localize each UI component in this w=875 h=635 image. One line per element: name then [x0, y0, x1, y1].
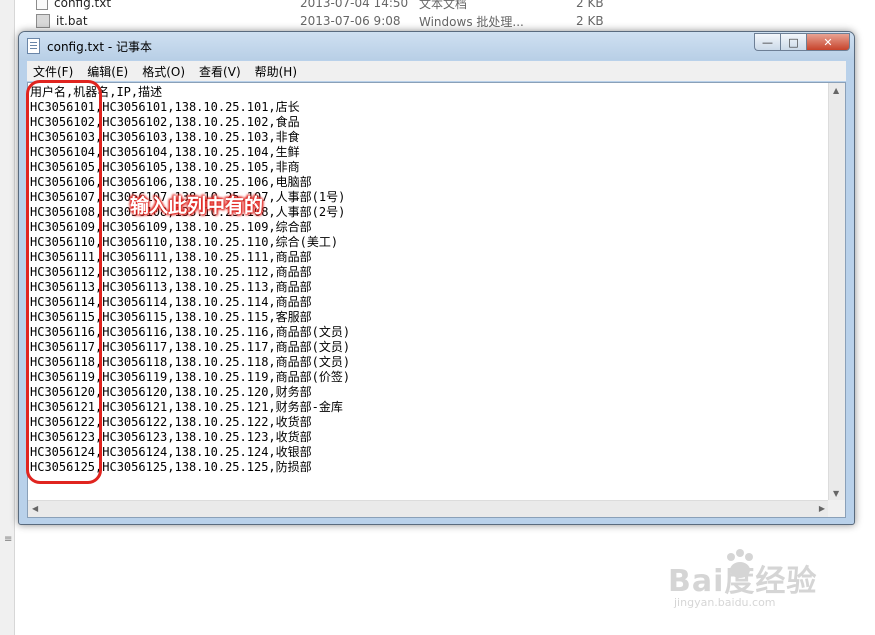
menu-bar: 文件(F) 编辑(E) 格式(O) 查看(V) 帮助(H) [27, 61, 846, 81]
file-row-itbat[interactable]: it.bat 2013-07-06 9:08 Windows 批处理... 2 … [36, 12, 608, 30]
menu-help[interactable]: 帮助(H) [249, 63, 303, 80]
record-line: HC3056105,HC3056105,138.10.25.105,非商 [30, 160, 300, 174]
text-file-icon [36, 0, 48, 10]
file-name: it.bat [56, 14, 88, 28]
record-line: HC3056117,HC3056117,138.10.25.117,商品部(文员… [30, 340, 351, 354]
record-line: HC3056106,HC3056106,138.10.25.106,电脑部 [30, 175, 312, 189]
file-row-config[interactable]: config.txt 2013-07-04 14:50 文本文档 2 KB [36, 0, 608, 12]
title-bar[interactable]: config.txt - 记事本 — □ ✕ [19, 32, 854, 60]
notepad-window: config.txt - 记事本 — □ ✕ 文件(F) 编辑(E) 格式(O)… [18, 31, 855, 525]
record-line: HC3056101,HC3056101,138.10.25.101,店长 [30, 100, 300, 114]
baidu-watermark: Bai度经验 jingyan.baidu.com [668, 548, 868, 618]
close-button[interactable]: ✕ [806, 33, 850, 51]
file-type: Windows 批处理... [419, 14, 524, 29]
record-line: HC3056112,HC3056112,138.10.25.112,商品部 [30, 265, 312, 279]
scroll-down-icon[interactable]: ▼ [833, 489, 839, 498]
record-line: HC3056123,HC3056123,138.10.25.123,收货部 [30, 430, 312, 444]
record-line: HC3056120,HC3056120,138.10.25.120,财务部 [30, 385, 312, 399]
maximize-button[interactable]: □ [780, 33, 806, 51]
record-line: HC3056103,HC3056103,138.10.25.103,非食 [30, 130, 300, 144]
scroll-right-icon[interactable]: ▶ [819, 504, 825, 513]
watermark-url: jingyan.baidu.com [674, 596, 776, 609]
record-line: HC3056113,HC3056113,138.10.25.113,商品部 [30, 280, 312, 294]
watermark-logo-text: Bai度经验 [668, 564, 818, 599]
batch-file-icon [36, 14, 50, 28]
menu-file[interactable]: 文件(F) [27, 63, 79, 80]
vertical-scrollbar[interactable]: ▲ ▼ [828, 83, 845, 501]
record-line: HC3056118,HC3056118,138.10.25.118,商品部(文员… [30, 355, 351, 369]
record-line: HC3056124,HC3056124,138.10.25.124,收银部 [30, 445, 312, 459]
record-line: HC3056114,HC3056114,138.10.25.114,商品部 [30, 295, 312, 309]
record-line: HC3056116,HC3056116,138.10.25.116,商品部(文员… [30, 325, 351, 339]
scroll-left-icon[interactable]: ◀ [32, 504, 38, 513]
text-content[interactable]: 用户名,机器名,IP,描述 HC3056101,HC3056101,138.10.… [30, 85, 825, 499]
file-date: 2013-07-06 9:08 [300, 14, 401, 28]
notepad-icon [27, 38, 40, 54]
file-size: 2 KB [576, 14, 604, 28]
horizontal-scrollbar[interactable]: ◀ ▶ [28, 500, 829, 517]
file-type: 文本文档 [419, 0, 468, 11]
text-editor[interactable]: 用户名,机器名,IP,描述 HC3056101,HC3056101,138.10.… [27, 82, 846, 518]
record-line: HC3056110,HC3056110,138.10.25.110,综合(美工) [30, 235, 339, 249]
menu-edit[interactable]: 编辑(E) [81, 63, 134, 80]
window-title: config.txt - 记事本 [47, 40, 153, 54]
file-size: 2 KB [576, 0, 604, 10]
record-line: HC3056121,HC3056121,138.10.25.121,财务部-金库 [30, 400, 343, 414]
splitter-grip-icon[interactable]: ≡ [4, 535, 12, 545]
annotation-text: 输入此列中有的 [130, 195, 264, 217]
menu-format[interactable]: 格式(O) [136, 63, 191, 80]
record-line: HC3056104,HC3056104,138.10.25.104,生鲜 [30, 145, 300, 159]
scroll-corner [828, 500, 845, 517]
file-name: config.txt [54, 0, 112, 10]
record-line: HC3056111,HC3056111,138.10.25.111,商品部 [30, 250, 312, 264]
highlight-box [26, 80, 102, 484]
file-date: 2013-07-04 14:50 [300, 0, 409, 10]
scroll-up-icon[interactable]: ▲ [833, 86, 839, 95]
record-line: HC3056102,HC3056102,138.10.25.102,食品 [30, 115, 300, 129]
record-line: HC3056125,HC3056125,138.10.25.125,防损部 [30, 460, 312, 474]
minimize-button[interactable]: — [754, 33, 780, 51]
menu-view[interactable]: 查看(V) [193, 63, 247, 80]
record-line: HC3056119,HC3056119,138.10.25.119,商品部(价签… [30, 370, 351, 384]
record-line: HC3056122,HC3056122,138.10.25.122,收货部 [30, 415, 312, 429]
record-line: HC3056115,HC3056115,138.10.25.115,客服部 [30, 310, 312, 324]
window-controls: — □ ✕ [754, 33, 850, 51]
header-line: 用户名,机器名,IP,描述 [30, 85, 163, 99]
record-line: HC3056109,HC3056109,138.10.25.109,综合部 [30, 220, 312, 234]
